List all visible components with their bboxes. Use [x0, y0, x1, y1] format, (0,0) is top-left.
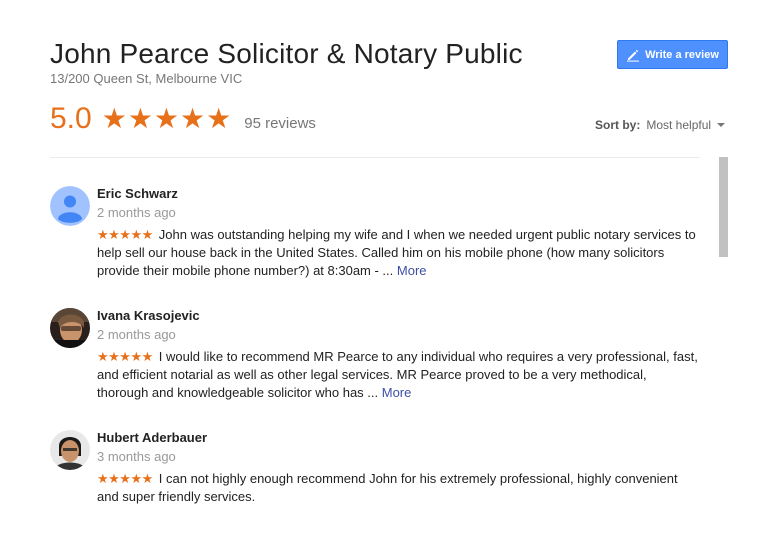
sort-value: Most helpful — [646, 118, 712, 132]
review-body: I can not highly enough recommend John f… — [97, 471, 678, 504]
avatar[interactable] — [50, 308, 90, 348]
reviewer-name[interactable]: Ivana Krasojevic — [97, 308, 700, 324]
pencil-icon — [626, 48, 640, 62]
default-person-icon — [50, 186, 90, 226]
review-time: 2 months ago — [97, 327, 176, 342]
review-stars-icon: ★★★★★ — [97, 471, 153, 486]
caret-down-icon — [717, 123, 726, 127]
review-text: ★★★★★ I can not highly enough recommend J… — [97, 470, 700, 506]
review-text: ★★★★★ I would like to recommend MR Pearce… — [97, 348, 700, 402]
profile-photo — [50, 308, 90, 348]
review-count: 95 reviews — [244, 114, 316, 132]
rating-summary: 5.0 ★★★★★ 95 reviews — [50, 100, 316, 138]
profile-photo — [50, 430, 90, 470]
reviewer-name[interactable]: Hubert Aderbauer — [97, 430, 700, 446]
write-review-button[interactable]: Write a review — [617, 40, 728, 69]
review-time: 2 months ago — [97, 205, 176, 220]
scrollbar-thumb[interactable] — [719, 157, 728, 257]
more-link[interactable]: More — [382, 385, 412, 400]
write-review-label: Write a review — [645, 48, 719, 61]
more-link[interactable]: More — [397, 263, 427, 278]
business-address: 13/200 Queen St, Melbourne VIC — [50, 71, 243, 86]
average-rating: 5.0 — [50, 102, 92, 135]
review-stars-icon: ★★★★★ — [97, 349, 153, 364]
sort-dropdown[interactable]: Sort by: Most helpful — [595, 118, 726, 132]
avatar[interactable] — [50, 186, 90, 226]
business-title: John Pearce Solicitor & Notary Public — [50, 38, 523, 69]
sort-label: Sort by: — [595, 118, 641, 132]
reviewer-name[interactable]: Eric Schwarz — [97, 186, 700, 202]
divider — [50, 157, 700, 158]
review-stars-icon: ★★★★★ — [97, 227, 153, 242]
avatar[interactable] — [50, 430, 90, 470]
review-time: 3 months ago — [97, 449, 176, 464]
rating-stars-icon: ★★★★★ — [101, 103, 233, 134]
review-text: ★★★★★ John was outstanding helping my wif… — [97, 226, 700, 280]
